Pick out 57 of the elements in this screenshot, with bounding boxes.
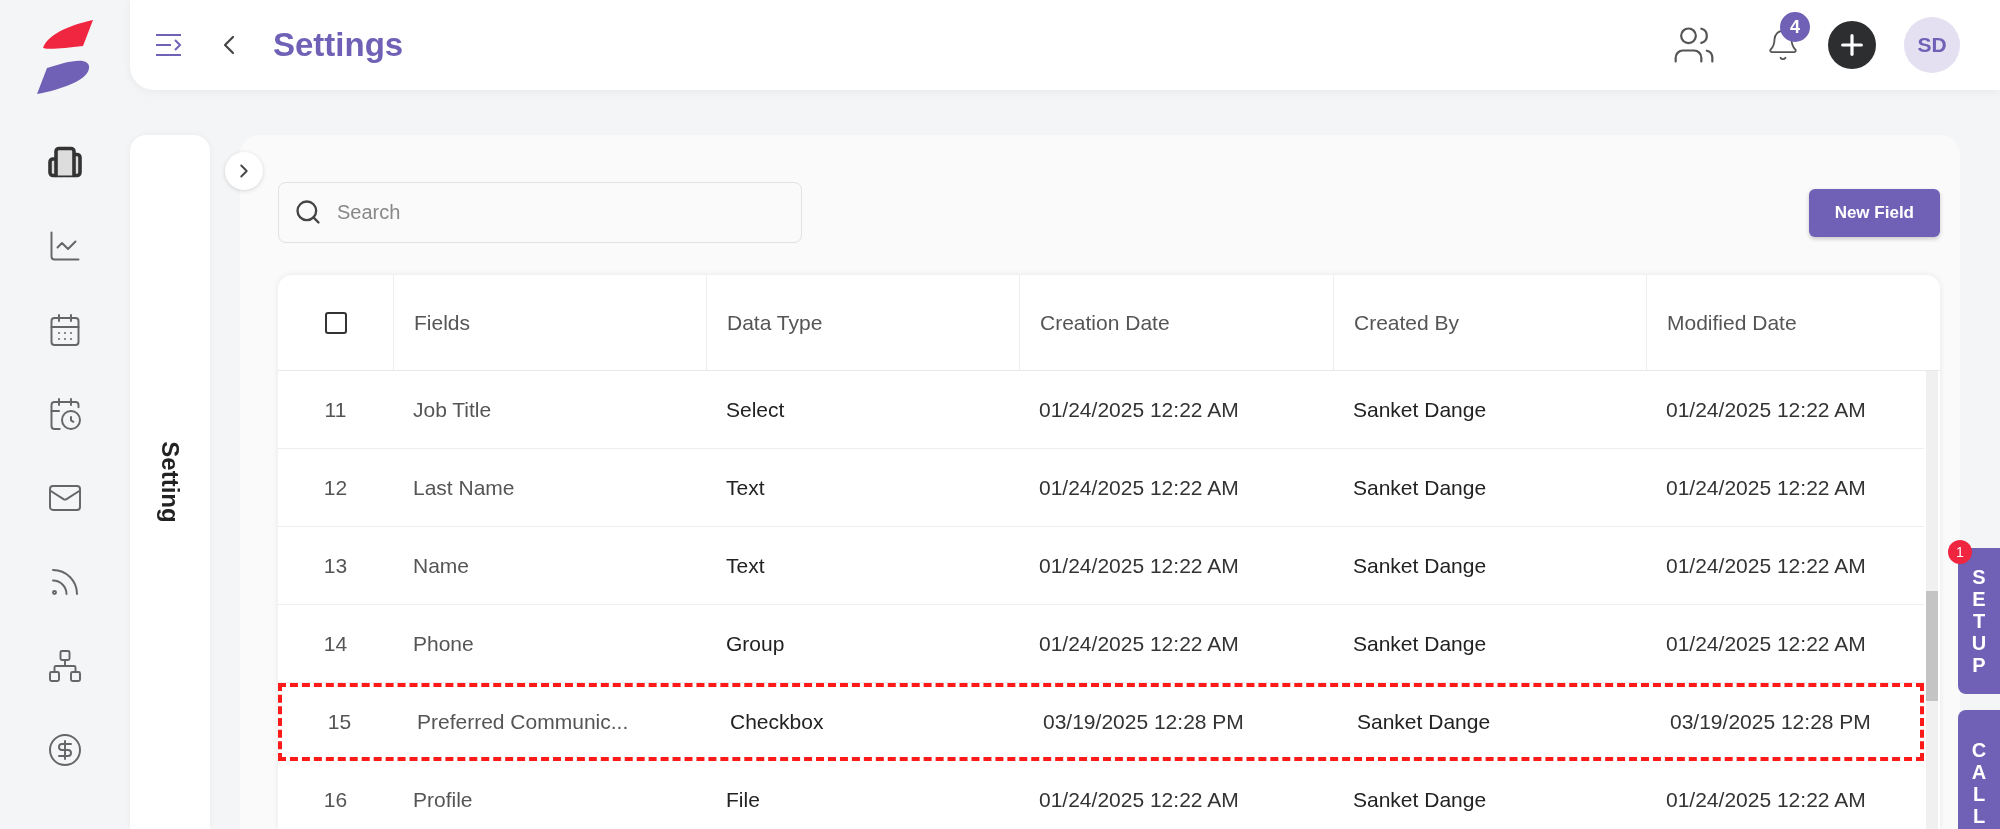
creation-date: 03/19/2025 12:28 PM — [1042, 709, 1245, 736]
column-header[interactable]: Creation Date — [1040, 306, 1170, 339]
creation-date: 01/24/2025 12:22 AM — [1038, 552, 1240, 579]
row-number: 16 — [322, 786, 349, 813]
new-field-button[interactable]: New Field — [1808, 188, 1940, 237]
column-header[interactable]: Created By — [1354, 306, 1460, 339]
modified-date: 03/19/2025 12:28 PM — [1669, 709, 1872, 736]
created-by: Sanket Dange — [1352, 552, 1488, 579]
network-icon[interactable] — [47, 648, 83, 684]
row-number: 14 — [322, 630, 349, 657]
search-icon — [294, 198, 322, 226]
created-by: Sanket Dange — [1352, 474, 1488, 501]
data-type: Text — [725, 552, 766, 579]
created-by: Sanket Dange — [1352, 630, 1488, 657]
modified-date: 01/24/2025 12:22 AM — [1665, 786, 1867, 813]
row-number: 11 — [323, 396, 348, 423]
creation-date: 01/24/2025 12:22 AM — [1038, 630, 1240, 657]
select-all-checkbox[interactable] — [324, 311, 347, 334]
add-button[interactable] — [1828, 21, 1876, 69]
scrollbar[interactable] — [1926, 371, 1938, 829]
column-header[interactable]: Fields — [414, 306, 471, 339]
data-type: Select — [725, 396, 786, 423]
field-name: Preferred Communic... — [416, 709, 630, 736]
search-field[interactable]: Search — [278, 182, 802, 243]
creation-date: 01/24/2025 12:22 AM — [1038, 396, 1240, 423]
page-title: Settings — [273, 25, 404, 66]
modified-date: 01/24/2025 12:22 AM — [1665, 396, 1867, 423]
column-header[interactable]: Data Type — [727, 306, 823, 339]
user-avatar[interactable]: SD — [1904, 17, 1960, 73]
modified-date: 01/24/2025 12:22 AM — [1665, 552, 1867, 579]
data-type: Text — [725, 474, 766, 501]
created-by: Sanket Dange — [1352, 786, 1488, 813]
column-header[interactable]: Modified Date — [1667, 306, 1797, 339]
created-by: Sanket Dange — [1352, 396, 1488, 423]
field-name: Profile — [412, 786, 474, 813]
logo-icon — [35, 18, 95, 96]
row-number: 12 — [322, 474, 349, 501]
menu-icon[interactable] — [155, 33, 183, 57]
field-name: Job Title — [412, 396, 493, 423]
data-type: Group — [725, 630, 786, 657]
dollar-icon[interactable] — [47, 732, 83, 768]
data-type: File — [725, 786, 761, 813]
field-name: Phone — [412, 630, 475, 657]
created-by: Sanket Dange — [1356, 709, 1492, 736]
creation-date: 01/24/2025 12:22 AM — [1038, 474, 1240, 501]
modified-date: 01/24/2025 12:22 AM — [1665, 474, 1867, 501]
side-tab[interactable]: CALL — [1958, 710, 2000, 829]
data-type: Checkbox — [729, 709, 825, 736]
field-name: Last Name — [412, 474, 516, 501]
modified-date: 01/24/2025 12:22 AM — [1665, 630, 1867, 657]
creation-date: 01/24/2025 12:22 AM — [1038, 786, 1240, 813]
notification-badge: 4 — [1780, 12, 1810, 42]
field-name: Name — [412, 552, 471, 579]
row-number: 13 — [322, 552, 349, 579]
side-panel-title: Setting — [156, 441, 185, 523]
row-number: 15 — [326, 709, 353, 736]
expand-button[interactable] — [225, 152, 263, 190]
